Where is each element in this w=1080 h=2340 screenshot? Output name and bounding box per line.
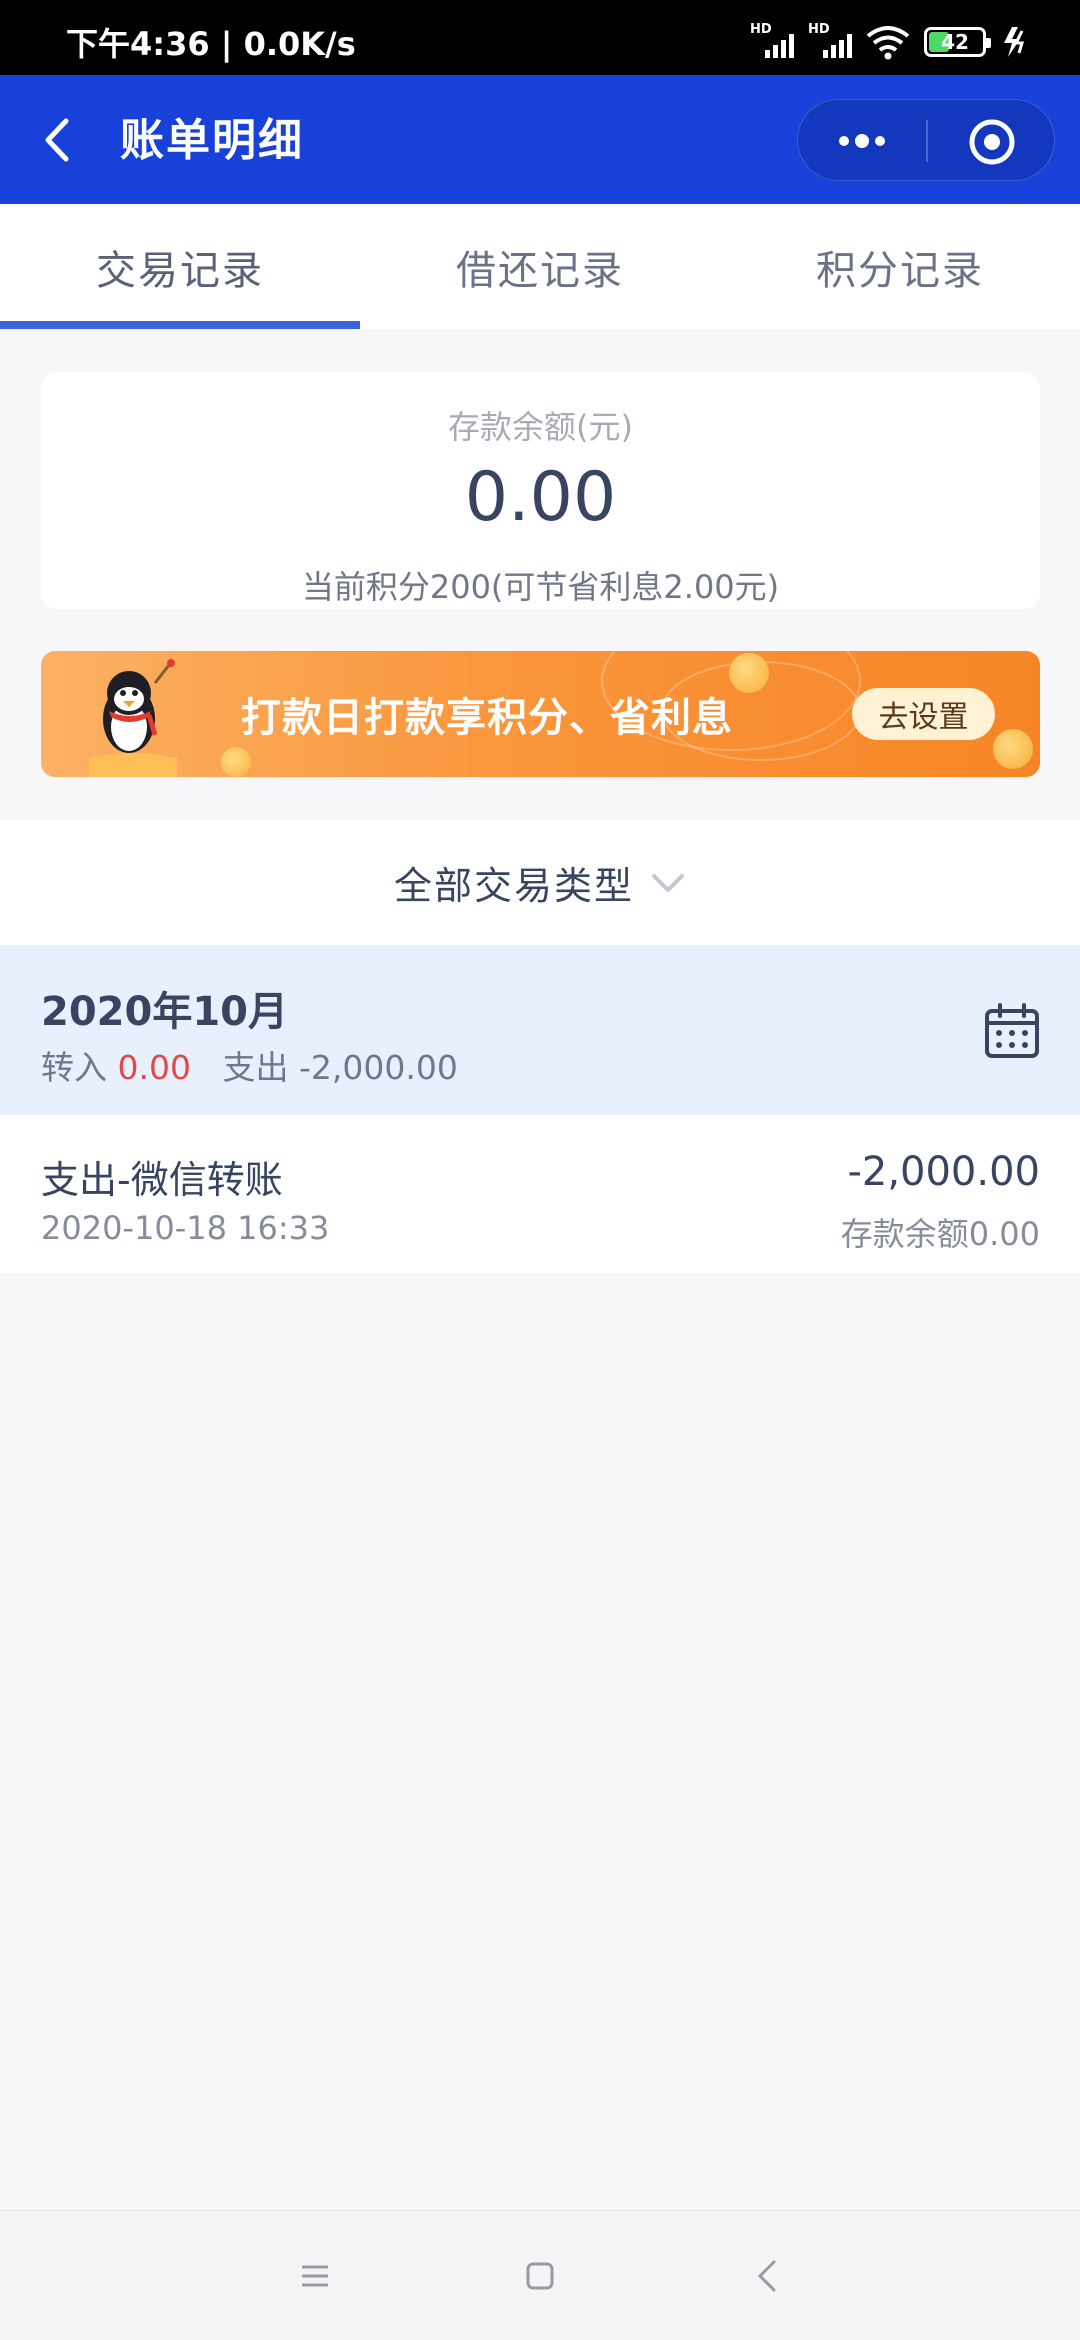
banner-text: 打款日打款享积分、省利息 [241, 695, 733, 741]
in-value: 0.00 [117, 1048, 191, 1087]
filter-label: 全部交易类型 [393, 864, 634, 908]
out-label: 支出 [222, 1048, 289, 1087]
status-bar: 下午4:36 | 0.0K/s HD HD 42 [0, 0, 1080, 75]
nav-back-icon[interactable] [755, 2259, 779, 2293]
transaction-date: 2020-10-18 16:33 [41, 1209, 330, 1247]
tab-bar: 交易记录 借还记录 积分记录 [0, 204, 1080, 329]
tab-points[interactable]: 积分记录 [720, 204, 1080, 329]
chevron-down-icon [652, 873, 684, 892]
month-summary: 转入 0.00 支出 -2,000.00 [41, 1041, 458, 1089]
transaction-type-filter[interactable]: 全部交易类型 [0, 820, 1080, 945]
more-dots-icon[interactable] [830, 122, 894, 160]
capsule-divider [926, 120, 928, 162]
transaction-amount: -2,000.00 [847, 1149, 1040, 1195]
miniprogram-capsule [797, 99, 1055, 181]
month-title: 2020年10月 [41, 989, 288, 1035]
signal-icon: HD [808, 22, 852, 62]
in-label: 转入 [41, 1048, 107, 1087]
battery-icon: 42 [924, 27, 991, 57]
points-note: 当前积分200(可节省利息2.00元) [301, 568, 780, 606]
menu-icon[interactable] [300, 2263, 330, 2289]
status-icons: HD HD 42 [750, 20, 1030, 64]
system-nav-bar [0, 2210, 1080, 2340]
promo-banner[interactable]: 打款日打款享积分、省利息 去设置 [41, 651, 1040, 777]
out-value: -2,000.00 [298, 1048, 458, 1087]
home-icon[interactable] [525, 2261, 555, 2291]
tab-transactions[interactable]: 交易记录 [0, 204, 360, 329]
signal-icon: HD [750, 22, 794, 62]
app-header: 账单明细 [0, 75, 1080, 204]
transaction-balance: 存款余额0.00 [840, 1215, 1040, 1253]
close-miniprogram-icon[interactable] [968, 118, 1016, 166]
balance-card: 存款余额(元) 0.00 当前积分200(可节省利息2.00元) [41, 372, 1040, 609]
wifi-icon [866, 26, 910, 60]
balance-value: 0.00 [464, 458, 617, 537]
penguin-mascot-icon [89, 659, 177, 777]
page-title: 账单明细 [120, 115, 304, 166]
go-settings-button[interactable]: 去设置 [852, 688, 995, 740]
status-time: 下午4:36 | 0.0K/s [66, 25, 356, 63]
month-header: 2020年10月 转入 0.00 支出 -2,000.00 [0, 945, 1080, 1115]
battery-level: 42 [941, 30, 969, 54]
charging-icon [1004, 27, 1025, 57]
tab-borrow-repay[interactable]: 借还记录 [360, 204, 720, 329]
balance-label: 存款余额(元) [448, 408, 633, 446]
transaction-row[interactable]: 支出-微信转账 2020-10-18 16:33 -2,000.00 存款余额0… [0, 1115, 1080, 1273]
calendar-icon[interactable] [984, 1003, 1040, 1059]
back-arrow-icon[interactable] [38, 115, 78, 165]
transaction-title: 支出-微信转账 [41, 1158, 283, 1202]
